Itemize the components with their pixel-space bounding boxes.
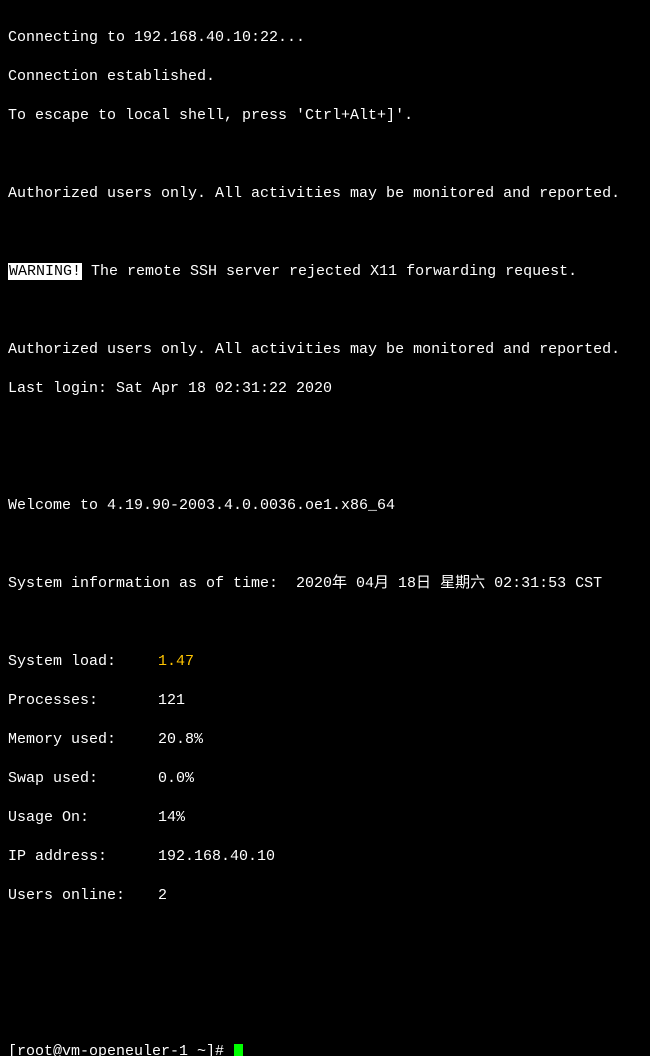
stat-label: Users online:	[8, 886, 158, 906]
blank-line	[8, 535, 642, 555]
cursor-icon	[234, 1044, 243, 1056]
connection-established-line: Connection established.	[8, 67, 642, 87]
stat-label: Usage On:	[8, 808, 158, 828]
stat-value: 20.8%	[158, 731, 203, 748]
warning-line: WARNING! The remote SSH server rejected …	[8, 262, 642, 282]
blank-line	[8, 145, 642, 165]
blank-line	[8, 1003, 642, 1023]
auth-message-line: Authorized users only. All activities ma…	[8, 184, 642, 204]
stat-swap-used: Swap used:0.0%	[8, 769, 642, 789]
blank-line	[8, 925, 642, 945]
stat-value: 192.168.40.10	[158, 848, 275, 865]
auth-message-line-2: Authorized users only. All activities ma…	[8, 340, 642, 360]
stat-usage-on: Usage On:14%	[8, 808, 642, 828]
sysinfo-time-line: System information as of time: 2020年 04月…	[8, 574, 642, 594]
stat-system-load: System load:1.47	[8, 652, 642, 672]
blank-line	[8, 223, 642, 243]
stat-ip-address: IP address:192.168.40.10	[8, 847, 642, 867]
warning-text: The remote SSH server rejected X11 forwa…	[82, 263, 577, 280]
stat-label: IP address:	[8, 847, 158, 867]
stat-processes: Processes:121	[8, 691, 642, 711]
terminal-output[interactable]: Connecting to 192.168.40.10:22... Connec…	[8, 8, 642, 1056]
stat-value: 121	[158, 692, 185, 709]
stat-value: 0.0%	[158, 770, 194, 787]
stat-label: System load:	[8, 652, 158, 672]
connecting-line: Connecting to 192.168.40.10:22...	[8, 28, 642, 48]
stat-memory-used: Memory used:20.8%	[8, 730, 642, 750]
stat-value: 14%	[158, 809, 185, 826]
stat-users-online: Users online:2	[8, 886, 642, 906]
stat-value: 1.47	[158, 653, 194, 670]
welcome-line: Welcome to 4.19.90-2003.4.0.0036.oe1.x86…	[8, 496, 642, 516]
stat-label: Swap used:	[8, 769, 158, 789]
prompt-line[interactable]: [root@vm-openeuler-1 ~]#	[8, 1042, 642, 1056]
blank-line	[8, 301, 642, 321]
blank-line	[8, 964, 642, 984]
last-login-line: Last login: Sat Apr 18 02:31:22 2020	[8, 379, 642, 399]
stat-value: 2	[158, 887, 167, 904]
blank-line	[8, 457, 642, 477]
stat-label: Memory used:	[8, 730, 158, 750]
escape-hint-line: To escape to local shell, press 'Ctrl+Al…	[8, 106, 642, 126]
warning-badge: WARNING!	[8, 263, 82, 280]
stat-label: Processes:	[8, 691, 158, 711]
blank-line	[8, 418, 642, 438]
blank-line	[8, 613, 642, 633]
prompt-text: [root@vm-openeuler-1 ~]#	[8, 1043, 233, 1056]
